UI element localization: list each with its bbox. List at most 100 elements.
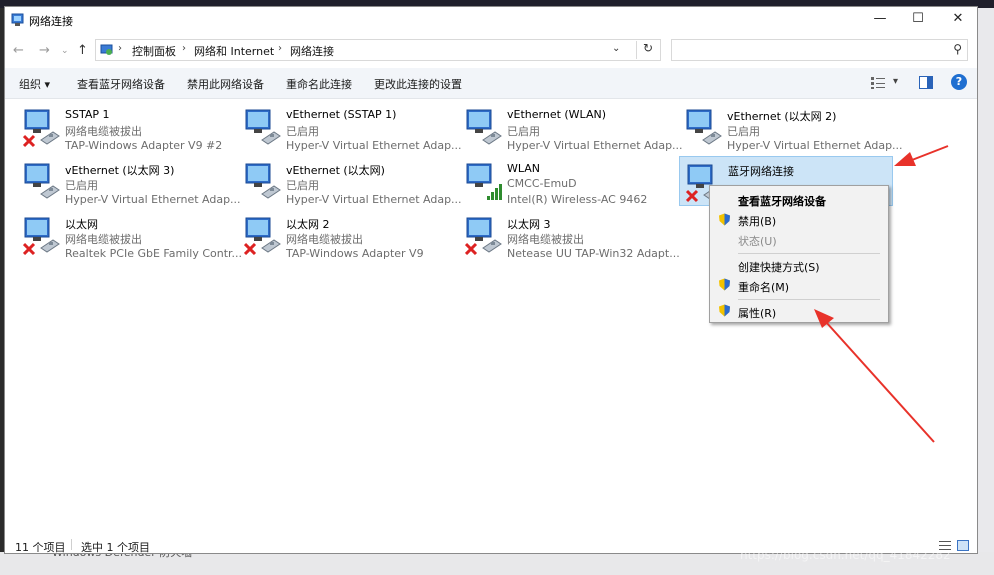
connection-status: 已启用 bbox=[507, 125, 540, 138]
command-bar: 组织 ▾ 查看蓝牙网络设备 禁用此网络设备 重命名此连接 更改此连接的设置 ▾ … bbox=[5, 68, 977, 99]
breadcrumb-separator: › bbox=[182, 43, 186, 54]
breadcrumb-control-panel[interactable]: 控制面板 bbox=[132, 43, 176, 59]
connection-name: vEthernet (以太网) bbox=[286, 164, 385, 177]
connection-adapter: Hyper-V Virtual Ethernet Adap... bbox=[507, 139, 683, 152]
item-count: 11 个项目 bbox=[15, 541, 66, 554]
connection-adapter: TAP-Windows Adapter V9 #2 bbox=[65, 139, 223, 152]
connection-status: 已启用 bbox=[65, 179, 98, 192]
connection-item[interactable]: SSTAP 1 网络电缆被拔出 TAP-Windows Adapter V9 #2 bbox=[17, 102, 231, 152]
connection-status: CMCC-EmuD bbox=[507, 177, 577, 190]
wifi-adapter-icon bbox=[466, 163, 502, 200]
view-bluetooth-devices-button[interactable]: 查看蓝牙网络设备 bbox=[77, 76, 165, 92]
ethernet-adapter-icon bbox=[24, 163, 60, 199]
connection-status: 已启用 bbox=[286, 125, 319, 138]
connection-item[interactable]: vEthernet (以太网 2) 已启用 Hyper-V Virtual Ethe… bbox=[679, 102, 903, 152]
connection-adapter: Intel(R) Wireless-AC 9462 bbox=[507, 193, 648, 206]
connection-item[interactable]: vEthernet (SSTAP 1) 已启用 Hyper-V Virtual Et… bbox=[238, 102, 462, 152]
menu-view-bluetooth-devices[interactable]: 查看蓝牙网络设备 bbox=[738, 193, 826, 209]
connection-item[interactable]: 以太网 3 网络电缆被拔出 Netease UU TAP-Win32 Adapt..… bbox=[459, 210, 680, 260]
connection-adapter: Hyper-V Virtual Ethernet Adap... bbox=[727, 139, 903, 152]
forward-button[interactable]: → bbox=[39, 43, 50, 58]
connection-name: SSTAP 1 bbox=[65, 108, 110, 121]
connection-adapter: Hyper-V Virtual Ethernet Adap... bbox=[65, 193, 241, 206]
maximize-button[interactable]: ☐ bbox=[897, 7, 939, 33]
status-separator bbox=[71, 539, 72, 550]
connection-item[interactable]: vEthernet (以太网 3) 已启用 Hyper-V Virtual Ethe… bbox=[17, 156, 241, 206]
title-bar[interactable]: 网络连接 — ☐ ✕ bbox=[5, 7, 977, 33]
connection-adapter: Hyper-V Virtual Ethernet Adap... bbox=[286, 193, 462, 206]
ethernet-adapter-icon bbox=[245, 109, 281, 145]
refresh-icon[interactable]: ↻ bbox=[636, 41, 659, 59]
menu-disable[interactable]: 禁用(B) bbox=[738, 213, 776, 229]
organize-button[interactable]: 组织 ▾ bbox=[19, 76, 50, 92]
uac-shield-icon bbox=[719, 213, 730, 226]
change-view-icon[interactable] bbox=[871, 77, 885, 89]
selected-count: 选中 1 个项目 bbox=[81, 541, 150, 554]
search-input[interactable] bbox=[676, 41, 940, 61]
search-icon[interactable]: ⚲ bbox=[953, 42, 962, 56]
breadcrumb-network-internet[interactable]: 网络和 Internet bbox=[194, 43, 274, 59]
connection-status: 网络电缆被拔出 bbox=[65, 125, 142, 138]
large-icons-view-icon[interactable] bbox=[957, 540, 969, 551]
connection-name: vEthernet (以太网 3) bbox=[65, 164, 175, 177]
control-panel-icon bbox=[100, 44, 113, 55]
minimize-button[interactable]: — bbox=[859, 7, 901, 33]
menu-separator bbox=[738, 299, 880, 300]
connection-item[interactable]: vEthernet (以太网) 已启用 Hyper-V Virtual Ethern… bbox=[238, 156, 462, 206]
network-connections-window: 网络连接 — ☐ ✕ ← → ⌄ ↑ › 控制面板 › 网络和 Internet… bbox=[4, 6, 978, 554]
watermark-text: https://blog.csdn.net/qq_41842282 bbox=[740, 548, 951, 562]
menu-separator bbox=[738, 253, 880, 254]
breadcrumb-separator: › bbox=[278, 43, 282, 54]
ethernet-adapter-icon bbox=[245, 163, 281, 199]
window-title: 网络连接 bbox=[29, 15, 73, 28]
breadcrumb-separator: › bbox=[118, 43, 122, 54]
disable-device-button[interactable]: 禁用此网络设备 bbox=[187, 76, 264, 92]
connection-name: vEthernet (WLAN) bbox=[507, 108, 606, 121]
menu-create-shortcut[interactable]: 创建快捷方式(S) bbox=[738, 259, 820, 275]
network-folder-icon bbox=[11, 13, 24, 26]
preview-pane-icon[interactable] bbox=[919, 76, 933, 89]
ethernet-adapter-icon bbox=[244, 217, 281, 256]
context-menu: 查看蓝牙网络设备 禁用(B) 状态(U) 创建快捷方式(S) 重命名(M) 属性… bbox=[709, 185, 889, 323]
connection-item[interactable]: WLAN CMCC-EmuD Intel(R) Wireless-AC 9462 bbox=[459, 156, 673, 206]
connection-name: 以太网 2 bbox=[286, 218, 330, 231]
menu-status[interactable]: 状态(U) bbox=[738, 233, 777, 249]
background-window-edge bbox=[978, 8, 994, 552]
up-button[interactable]: ↑ bbox=[77, 43, 88, 58]
address-dropdown-icon[interactable]: ⌄ bbox=[612, 43, 620, 54]
connection-adapter: Netease UU TAP-Win32 Adapt... bbox=[507, 247, 680, 260]
connection-item[interactable]: vEthernet (WLAN) 已启用 Hyper-V Virtual Ether… bbox=[459, 102, 683, 152]
connection-status: 已启用 bbox=[286, 179, 319, 192]
connection-status: 网络电缆被拔出 bbox=[507, 233, 584, 246]
uac-shield-icon bbox=[719, 304, 730, 317]
connection-name: WLAN bbox=[507, 162, 541, 175]
rename-connection-button[interactable]: 重命名此连接 bbox=[286, 76, 352, 92]
back-button[interactable]: ← bbox=[13, 43, 24, 58]
ethernet-adapter-icon bbox=[466, 109, 502, 145]
connection-name: 以太网 3 bbox=[507, 218, 551, 231]
menu-rename[interactable]: 重命名(M) bbox=[738, 279, 789, 295]
view-options-dropdown[interactable]: ▾ bbox=[893, 76, 898, 87]
connection-status: 网络电缆被拔出 bbox=[286, 233, 363, 246]
ethernet-adapter-icon bbox=[23, 109, 60, 148]
connection-name: 以太网 bbox=[65, 218, 98, 231]
connection-adapter: TAP-Windows Adapter V9 bbox=[286, 247, 424, 260]
connection-name: 蓝牙网络连接 bbox=[728, 165, 794, 178]
search-box: ⚲ bbox=[671, 39, 968, 61]
recent-locations-dropdown[interactable]: ⌄ bbox=[61, 46, 69, 56]
close-button[interactable]: ✕ bbox=[937, 7, 977, 33]
ethernet-adapter-icon bbox=[23, 217, 60, 256]
connection-adapter: Realtek PCIe GbE Family Contr... bbox=[65, 247, 243, 260]
help-icon[interactable]: ? bbox=[951, 74, 967, 90]
breadcrumb-network-connections[interactable]: 网络连接 bbox=[290, 43, 334, 59]
ethernet-adapter-icon bbox=[465, 217, 502, 256]
address-row: ← → ⌄ ↑ › 控制面板 › 网络和 Internet › 网络连接 ⌄ ↻… bbox=[5, 35, 977, 65]
change-settings-button[interactable]: 更改此连接的设置 bbox=[374, 76, 462, 92]
connection-status: 已启用 bbox=[727, 125, 760, 138]
connection-name: vEthernet (SSTAP 1) bbox=[286, 108, 397, 121]
uac-shield-icon bbox=[719, 278, 730, 291]
connection-item[interactable]: 以太网 2 网络电缆被拔出 TAP-Windows Adapter V9 bbox=[238, 210, 452, 260]
menu-properties[interactable]: 属性(R) bbox=[738, 305, 776, 321]
address-bar[interactable]: › 控制面板 › 网络和 Internet › 网络连接 ⌄ ↻ bbox=[95, 39, 661, 61]
connection-item[interactable]: 以太网 网络电缆被拔出 Realtek PCIe GbE Family Contr.… bbox=[17, 210, 242, 260]
